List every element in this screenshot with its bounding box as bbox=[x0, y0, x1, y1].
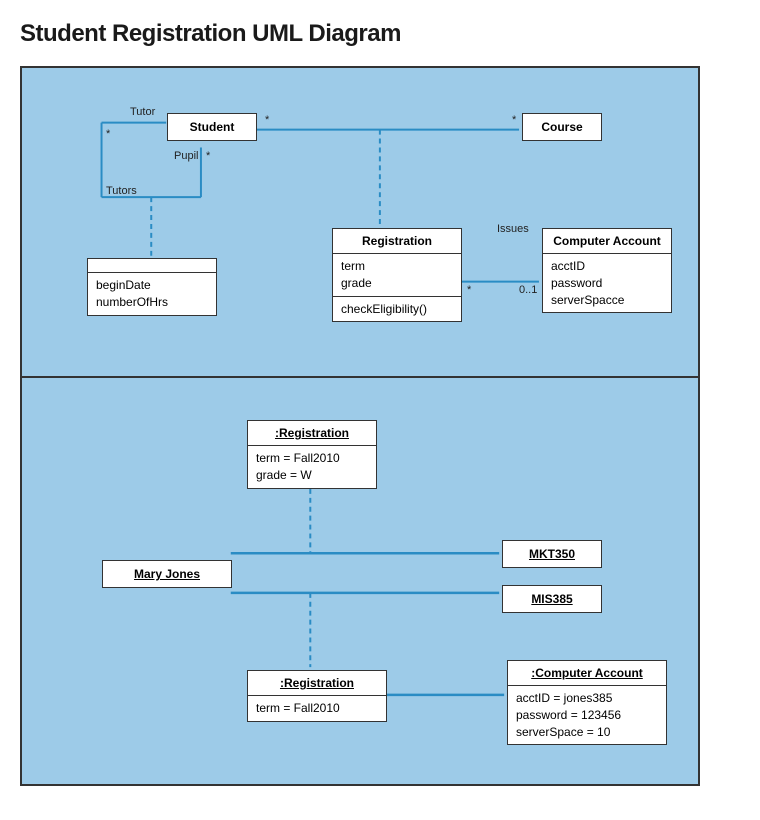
role-label-tutor: Tutor bbox=[130, 106, 155, 118]
class-diagram-panel: Student Course Registration term grade c… bbox=[22, 68, 698, 378]
object-diagram-panel: Mary Jones :Registration term = Fall2010… bbox=[22, 380, 698, 784]
object-registration-top: :Registration term = Fall2010 grade = W bbox=[247, 420, 377, 489]
class-name: Registration bbox=[333, 229, 461, 254]
class-attributes: beginDate numberOfHrs bbox=[88, 273, 216, 315]
object-name: Mary Jones bbox=[134, 567, 200, 581]
association-class: beginDate numberOfHrs bbox=[87, 258, 217, 316]
object-mkt350: MKT350 bbox=[502, 540, 602, 568]
multiplicity-star: * bbox=[106, 128, 110, 140]
multiplicity-star: * bbox=[467, 284, 471, 296]
object-mis385: MIS385 bbox=[502, 585, 602, 613]
object-attributes: term = Fall2010 grade = W bbox=[248, 446, 376, 488]
page-title: Student Registration UML Diagram bbox=[20, 20, 740, 48]
uml-diagram: Student Course Registration term grade c… bbox=[20, 66, 700, 786]
class-name-empty bbox=[88, 259, 216, 273]
role-label-tutors: Tutors bbox=[106, 185, 137, 197]
object-name: MIS385 bbox=[531, 592, 572, 606]
object-name: :Computer Account bbox=[508, 661, 666, 686]
object-registration-bottom: :Registration term = Fall2010 bbox=[247, 670, 387, 722]
class-operations: checkEligibility() bbox=[333, 297, 461, 322]
object-name: :Registration bbox=[248, 671, 386, 696]
class-registration: Registration term grade checkEligibility… bbox=[332, 228, 462, 322]
multiplicity-zero-one: 0..1 bbox=[519, 284, 537, 296]
object-mary-jones: Mary Jones bbox=[102, 560, 232, 588]
role-label-pupil: Pupil bbox=[174, 150, 198, 162]
class-attributes: term grade bbox=[333, 254, 461, 297]
class-name: Student bbox=[190, 120, 235, 134]
multiplicity-star: * bbox=[512, 114, 516, 126]
class-attributes: acctID password serverSpacce bbox=[543, 254, 671, 312]
multiplicity-star: * bbox=[206, 150, 210, 162]
class-name: Computer Account bbox=[543, 229, 671, 254]
object-name: MKT350 bbox=[529, 547, 575, 561]
class-name: Course bbox=[541, 120, 582, 134]
class-student: Student bbox=[167, 113, 257, 141]
object-attributes: acctID = jones385 password = 123456 serv… bbox=[508, 686, 666, 744]
class-computer-account: Computer Account acctID password serverS… bbox=[542, 228, 672, 313]
object-attributes: term = Fall2010 bbox=[248, 696, 386, 721]
class-course: Course bbox=[522, 113, 602, 141]
object-name: :Registration bbox=[248, 421, 376, 446]
object-computer-account: :Computer Account acctID = jones385 pass… bbox=[507, 660, 667, 745]
multiplicity-star: * bbox=[265, 114, 269, 126]
assoc-label-issues: Issues bbox=[497, 223, 529, 235]
